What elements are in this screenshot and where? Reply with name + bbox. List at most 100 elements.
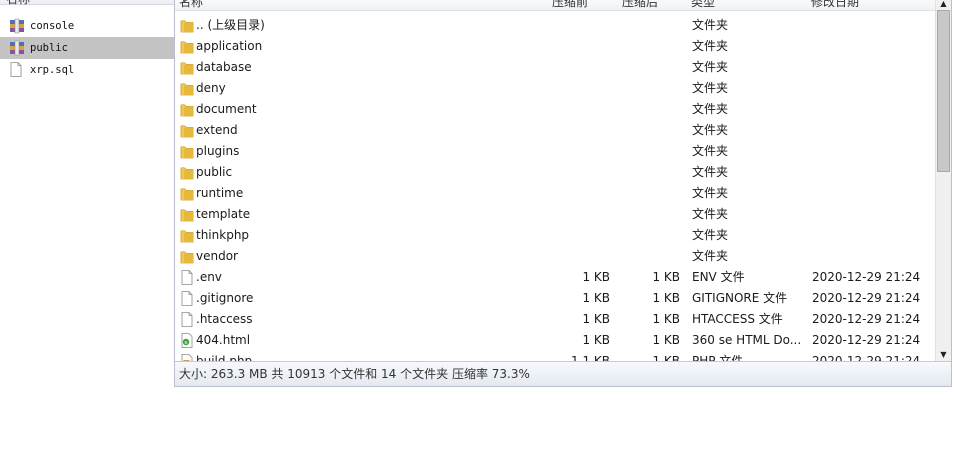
file-row[interactable]: thinkphp 文件夹	[175, 225, 937, 246]
file-name: database	[196, 60, 252, 74]
tree-column-header[interactable]: 名称	[0, 0, 174, 6]
tree-item-label: console	[30, 20, 75, 32]
folder-icon	[180, 228, 194, 243]
file-icon	[180, 312, 194, 327]
file-icon	[9, 62, 25, 78]
folder-icon	[180, 207, 194, 222]
file-list: .. (上级目录) 文件夹 application 文件夹 database 文件夹 den…	[175, 15, 937, 361]
file-name: template	[196, 207, 251, 221]
file-row[interactable]: deny 文件夹	[175, 78, 937, 99]
file-name: thinkphp	[196, 228, 250, 242]
tree-item-label: xrp.sql	[30, 64, 75, 76]
file-name: plugins	[196, 144, 240, 158]
file-name: document	[196, 102, 257, 116]
file-row[interactable]: database 文件夹	[175, 57, 937, 78]
status-bar: 大小: 263.3 MB 共 10913 个文件和 14 个文件夹 压缩率 73…	[175, 361, 951, 386]
html-file-icon: e	[180, 333, 194, 348]
file-modified-date: 2020-12-29 21:24	[812, 333, 921, 347]
folder-icon	[180, 102, 194, 117]
file-original-size: 1 KB	[652, 354, 680, 361]
file-type: 文件夹	[692, 249, 729, 263]
file-row[interactable]: public 文件夹	[175, 162, 937, 183]
file-icon	[180, 291, 194, 306]
file-original-size: 1 KB	[652, 291, 680, 305]
file-name: extend	[196, 123, 238, 137]
svg-text:e: e	[184, 340, 187, 346]
column-header-bar: 名称 压缩前 压缩后 类型 修改日期	[175, 0, 937, 11]
file-type: 文件夹	[692, 18, 729, 32]
folder-icon	[180, 123, 194, 138]
tree-item-label: public	[30, 42, 68, 54]
tree-item[interactable]: console	[0, 15, 174, 37]
file-row[interactable]: runtime 文件夹	[175, 183, 937, 204]
file-type: 文件夹	[692, 81, 729, 95]
file-type: GITIGNORE 文件	[692, 291, 788, 305]
file-type: 文件夹	[692, 123, 729, 137]
file-name: build.php	[196, 354, 253, 361]
file-compressed-size: 1.1 KB	[571, 354, 610, 361]
archive-tree-pane: 名称 console public xrp.sql	[0, 0, 174, 464]
folder-icon	[180, 60, 194, 75]
file-name: deny	[196, 81, 226, 95]
file-row[interactable]: .gitignore 1 KB 1 KB GITIGNORE 文件 2020-12-29…	[175, 288, 937, 309]
file-original-size: 1 KB	[652, 333, 680, 347]
file-row[interactable]: document 文件夹	[175, 99, 937, 120]
file-name: application	[196, 39, 263, 53]
file-type: 文件夹	[692, 39, 729, 53]
file-icon	[180, 270, 194, 285]
file-row[interactable]: vendor 文件夹	[175, 246, 937, 267]
scroll-up-arrow-icon[interactable]: ▲	[936, 0, 951, 10]
scroll-down-arrow-icon[interactable]: ▼	[936, 347, 951, 361]
file-modified-date: 2020-12-29 21:24	[812, 270, 921, 284]
folder-icon	[180, 186, 194, 201]
scrollbar-thumb[interactable]	[937, 10, 950, 172]
php-file-icon	[180, 354, 194, 361]
file-type: 文件夹	[692, 186, 729, 200]
file-original-size: 1 KB	[652, 270, 680, 284]
folder-icon	[180, 144, 194, 159]
column-header-compressed[interactable]: 压缩前	[552, 0, 588, 12]
file-type: 360 se HTML Do...	[692, 333, 802, 347]
file-name: 404.html	[196, 333, 251, 347]
folder-icon	[180, 18, 194, 33]
file-compressed-size: 1 KB	[582, 333, 610, 347]
file-compressed-size: 1 KB	[582, 291, 610, 305]
file-type: 文件夹	[692, 144, 729, 158]
file-name: .gitignore	[196, 291, 254, 305]
file-row[interactable]: build.php 1.1 KB 1 KB PHP 文件 2020-12-29 21:2…	[175, 351, 937, 361]
folder-icon	[180, 39, 194, 54]
vertical-scrollbar[interactable]: ▲ ▼	[935, 0, 951, 361]
folder-icon	[180, 81, 194, 96]
file-modified-date: 2020-12-29 21:24	[812, 354, 921, 361]
file-row[interactable]: .htaccess 1 KB 1 KB HTACCESS 文件 2020-12-29 2…	[175, 309, 937, 330]
tree-item[interactable]: xrp.sql	[0, 59, 174, 81]
file-type: 文件夹	[692, 102, 729, 116]
file-row[interactable]: extend 文件夹	[175, 120, 937, 141]
file-row[interactable]: .env 1 KB 1 KB ENV 文件 2020-12-29 21:24	[175, 267, 937, 288]
file-row[interactable]: .. (上级目录) 文件夹	[175, 15, 937, 36]
column-header-original[interactable]: 压缩后	[622, 0, 658, 12]
file-compressed-size: 1 KB	[582, 312, 610, 326]
tree-item[interactable]: public	[0, 37, 174, 59]
file-original-size: 1 KB	[652, 312, 680, 326]
file-type: 文件夹	[692, 228, 729, 242]
file-row[interactable]: e 404.html 1 KB 1 KB 360 se HTML Do... 2020-1…	[175, 330, 937, 351]
file-name: .htaccess	[196, 312, 253, 326]
rar-archive-icon	[9, 18, 25, 34]
column-header-type[interactable]: 类型	[691, 0, 715, 12]
rar-archive-icon	[9, 40, 25, 56]
file-name: .env	[196, 270, 222, 284]
file-name: public	[196, 165, 233, 179]
file-row[interactable]: template 文件夹	[175, 204, 937, 225]
file-type: HTACCESS 文件	[692, 312, 783, 326]
file-type: ENV 文件	[692, 270, 745, 284]
column-header-modified[interactable]: 修改日期	[811, 0, 859, 12]
archive-file-pane: 名称 压缩前 压缩后 类型 修改日期 .. (上级目录) 文件夹 applicati…	[174, 0, 952, 387]
file-row[interactable]: plugins 文件夹	[175, 141, 937, 162]
file-modified-date: 2020-12-29 21:24	[812, 291, 921, 305]
file-name: vendor	[196, 249, 238, 263]
file-name: runtime	[196, 186, 244, 200]
file-row[interactable]: application 文件夹	[175, 36, 937, 57]
column-header-name[interactable]: 名称	[179, 0, 203, 12]
file-type: 文件夹	[692, 60, 729, 74]
